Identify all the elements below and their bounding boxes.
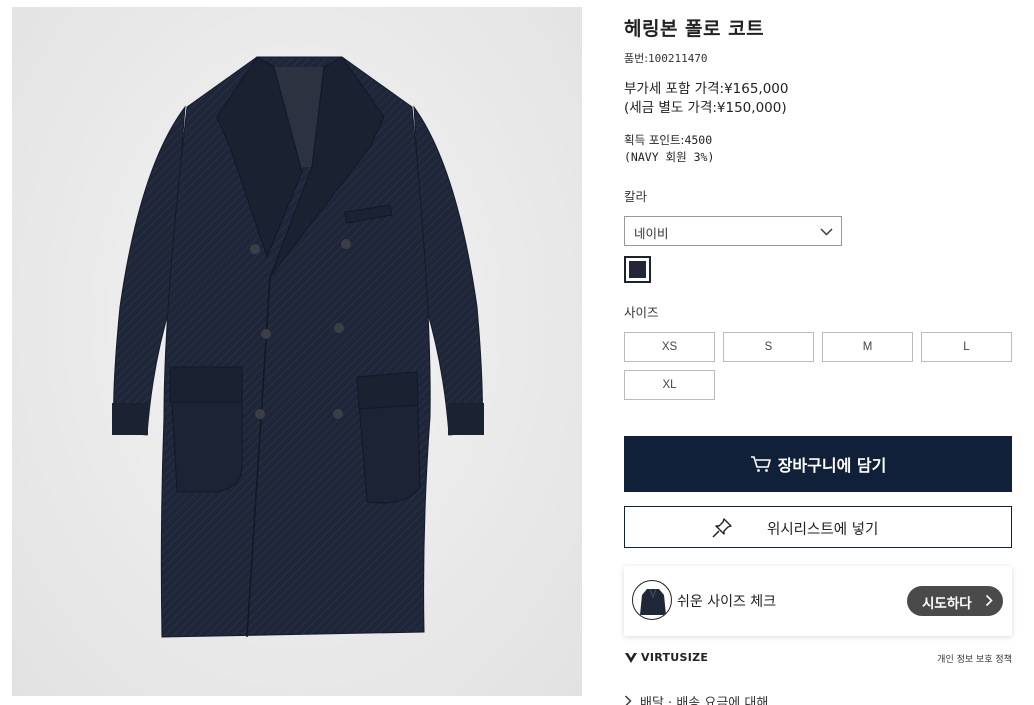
add-to-cart-label: 장바구니에 담기	[777, 456, 887, 475]
sku: 품번:100211470	[624, 50, 708, 66]
product-title: 헤링본 폴로 코트	[624, 18, 765, 40]
privacy-policy-link[interactable]: 개인 정보 보호 정책	[937, 652, 1012, 665]
coat-illustration	[112, 56, 484, 638]
chevron-right-icon	[625, 695, 632, 705]
coat-thumbnail-icon	[632, 580, 672, 620]
add-to-cart-button[interactable]: 장바구니에 담기	[624, 436, 1012, 492]
chevron-down-icon	[820, 228, 833, 236]
size-button-xs[interactable]: XS	[624, 332, 715, 362]
size-button-l[interactable]: L	[921, 332, 1012, 362]
points-label: 획득 포인트:	[624, 133, 685, 147]
delivery-label: 배달 · 배송 요금에 대해	[640, 696, 769, 705]
size-button-m[interactable]: M	[822, 332, 913, 362]
color-select[interactable]: 네이비	[624, 216, 842, 246]
color-label: 칼라	[624, 189, 648, 204]
delivery-info-toggle[interactable]: 배달 · 배송 요금에 대해	[624, 692, 768, 705]
cart-icon	[750, 456, 771, 472]
color-selected-value: 네이비	[634, 226, 669, 241]
sku-value: 100211470	[647, 52, 708, 65]
sku-label: 품번:	[624, 52, 648, 65]
price-block: 부가세 포함 가격:¥165,000 (세금 별도 가격:¥150,000)	[624, 80, 789, 118]
size-label: 사이즈	[624, 305, 659, 320]
add-to-wishlist-button[interactable]: 위시리스트에 넣기	[624, 506, 1012, 548]
add-to-wishlist-label: 위시리스트에 넣기	[767, 522, 879, 538]
pin-icon	[712, 518, 732, 538]
swatch-fill	[629, 261, 646, 278]
virtusize-logo: VIRTUSIZE	[624, 651, 708, 664]
virtusize-logo-icon	[625, 652, 637, 663]
price-incl-tax: 부가세 포함 가격:¥165,000	[624, 81, 789, 97]
product-image[interactable]	[12, 7, 582, 696]
chevron-right-icon	[985, 594, 993, 607]
points-note: (NAVY 회원 3%)	[624, 150, 715, 164]
virtusize-prompt: 쉬운 사이즈 체크	[677, 594, 777, 610]
price-excl-tax: (세금 별도 가격:¥150,000)	[624, 100, 787, 116]
virtusize-logo-text: VIRTUSIZE	[641, 651, 709, 664]
color-swatch-navy[interactable]	[624, 256, 651, 283]
virtusize-try-label: 시도하다	[922, 596, 972, 612]
points-block: 획득 포인트:4500 (NAVY 회원 3%)	[624, 132, 714, 166]
virtusize-try-button[interactable]: 시도하다	[907, 586, 1003, 616]
virtusize-card: 쉬운 사이즈 체크 시도하다	[624, 566, 1012, 636]
size-button-s[interactable]: S	[723, 332, 814, 362]
points-value: 4500	[684, 133, 713, 147]
size-button-xl[interactable]: XL	[624, 370, 715, 400]
